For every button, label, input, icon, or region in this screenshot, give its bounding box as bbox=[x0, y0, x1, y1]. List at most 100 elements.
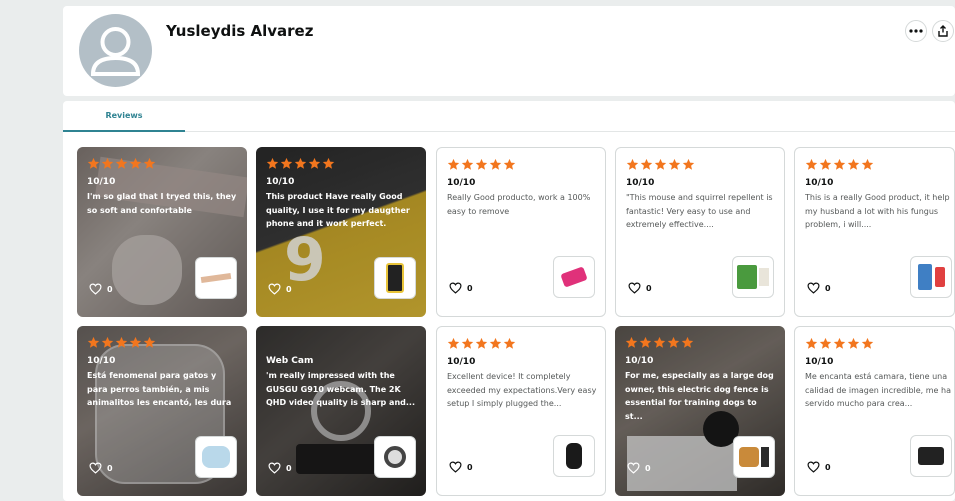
star-icon bbox=[87, 157, 100, 169]
bandage-strips-thumb[interactable] bbox=[195, 257, 237, 299]
star-icon bbox=[143, 336, 156, 348]
share-button[interactable] bbox=[932, 20, 954, 42]
review-card[interactable]: 10/10 This is a really Good product, it … bbox=[794, 147, 955, 317]
star-icon bbox=[654, 158, 667, 170]
like-button[interactable]: 0 bbox=[268, 283, 292, 295]
star-icon bbox=[447, 337, 460, 349]
star-icon bbox=[847, 337, 860, 349]
heart-icon bbox=[807, 461, 820, 473]
star-rating bbox=[625, 334, 777, 350]
review-card[interactable]: 10/10 "This mouse and squirrel repellent… bbox=[615, 147, 785, 317]
star-icon bbox=[143, 157, 156, 169]
like-button[interactable]: 0 bbox=[628, 282, 652, 294]
like-button[interactable]: 0 bbox=[807, 461, 831, 473]
like-button[interactable]: 0 bbox=[268, 462, 292, 474]
dog-fence-thumb[interactable] bbox=[733, 436, 775, 478]
star-icon bbox=[667, 336, 680, 348]
star-icon bbox=[489, 337, 502, 349]
review-score: 10/10 bbox=[625, 356, 654, 366]
more-dots-icon bbox=[909, 29, 923, 33]
review-text: 'm really impressed with the GUSGU G910 … bbox=[266, 371, 415, 407]
heart-icon bbox=[89, 462, 102, 474]
review-card[interactable]: 10/10 For me, especially as a large dog … bbox=[615, 326, 785, 496]
review-score: 10/10 bbox=[626, 178, 655, 188]
heart-icon bbox=[268, 462, 281, 474]
pink-tool-thumb[interactable] bbox=[553, 256, 595, 298]
more-options-button[interactable] bbox=[905, 20, 927, 42]
review-card[interactable]: 10/10 Really Good producto, work a 100% … bbox=[436, 147, 606, 317]
review-card[interactable]: 10/10 Está fenomenal para gatos y para p… bbox=[77, 326, 247, 496]
star-icon bbox=[461, 337, 474, 349]
star-icon bbox=[308, 157, 321, 169]
star-icon bbox=[861, 337, 874, 349]
like-count: 0 bbox=[825, 283, 831, 293]
like-button[interactable]: 0 bbox=[89, 283, 113, 295]
like-count: 0 bbox=[107, 284, 113, 294]
screen-protector-thumb[interactable] bbox=[374, 257, 416, 299]
star-icon bbox=[833, 337, 846, 349]
like-button[interactable]: 0 bbox=[89, 462, 113, 474]
star-icon bbox=[503, 337, 516, 349]
review-text: Really Good producto, work a 100% easy t… bbox=[447, 193, 591, 216]
repellent-box-thumb[interactable] bbox=[732, 256, 774, 298]
star-icon bbox=[819, 337, 832, 349]
like-count: 0 bbox=[825, 462, 831, 472]
review-text: For me, especially as a large dog owner,… bbox=[625, 371, 774, 421]
star-icon bbox=[115, 336, 128, 348]
star-rating bbox=[805, 156, 954, 172]
water-fountain-thumb[interactable] bbox=[195, 436, 237, 478]
star-icon bbox=[847, 158, 860, 170]
like-button[interactable]: 0 bbox=[449, 282, 473, 294]
review-card[interactable]: 10/10 I'm so glad that I tryed this, the… bbox=[77, 147, 247, 317]
review-card[interactable]: 10/10 Me encanta está camara, tiene una … bbox=[794, 326, 955, 496]
review-text: Excellent device! It completely exceeded… bbox=[447, 372, 597, 408]
heart-icon bbox=[807, 282, 820, 294]
star-icon bbox=[101, 157, 114, 169]
star-icon bbox=[294, 157, 307, 169]
like-count: 0 bbox=[107, 463, 113, 473]
star-icon bbox=[461, 158, 474, 170]
star-icon bbox=[861, 158, 874, 170]
review-text: "This mouse and squirrel repellent is fa… bbox=[626, 193, 773, 229]
review-score: 10/10 bbox=[447, 178, 476, 188]
star-icon bbox=[129, 336, 142, 348]
heart-icon bbox=[449, 282, 462, 294]
star-icon bbox=[682, 158, 695, 170]
star-icon bbox=[489, 158, 502, 170]
share-icon bbox=[938, 25, 948, 37]
review-score: 10/10 bbox=[805, 357, 834, 367]
like-count: 0 bbox=[645, 463, 651, 473]
star-icon bbox=[668, 158, 681, 170]
camera-kit-thumb[interactable] bbox=[910, 435, 952, 477]
review-score: 10/10 bbox=[87, 177, 116, 187]
review-score: Web Cam bbox=[266, 356, 314, 366]
tab-bar: Reviews bbox=[63, 101, 955, 132]
star-icon bbox=[640, 158, 653, 170]
review-text: This is a really Good product, it help m… bbox=[805, 193, 950, 229]
star-rating bbox=[87, 334, 239, 350]
tab-reviews[interactable]: Reviews bbox=[63, 101, 185, 132]
profile-header: Yusleydis Alvarez bbox=[63, 6, 955, 96]
like-count: 0 bbox=[286, 463, 292, 473]
like-count: 0 bbox=[286, 284, 292, 294]
black-device-thumb[interactable] bbox=[553, 435, 595, 477]
star-icon bbox=[805, 158, 818, 170]
review-card[interactable]: 9 10/10 This product Have really Good qu… bbox=[256, 147, 426, 317]
fungus-treatment-thumb[interactable] bbox=[910, 256, 952, 298]
heart-icon bbox=[89, 283, 102, 295]
star-icon bbox=[503, 158, 516, 170]
like-button[interactable]: 0 bbox=[807, 282, 831, 294]
star-rating bbox=[447, 335, 599, 351]
star-icon bbox=[129, 157, 142, 169]
like-button[interactable]: 0 bbox=[449, 461, 473, 473]
review-card[interactable]: Web Cam 'm really impressed with the GUS… bbox=[256, 326, 426, 496]
avatar bbox=[79, 14, 152, 87]
star-rating bbox=[805, 335, 954, 351]
review-card[interactable]: 10/10 Excellent device! It completely ex… bbox=[436, 326, 606, 496]
star-icon bbox=[819, 158, 832, 170]
heart-icon bbox=[268, 283, 281, 295]
star-icon bbox=[639, 336, 652, 348]
like-button[interactable]: 0 bbox=[627, 462, 651, 474]
star-icon bbox=[322, 157, 335, 169]
webcam-thumb[interactable] bbox=[374, 436, 416, 478]
